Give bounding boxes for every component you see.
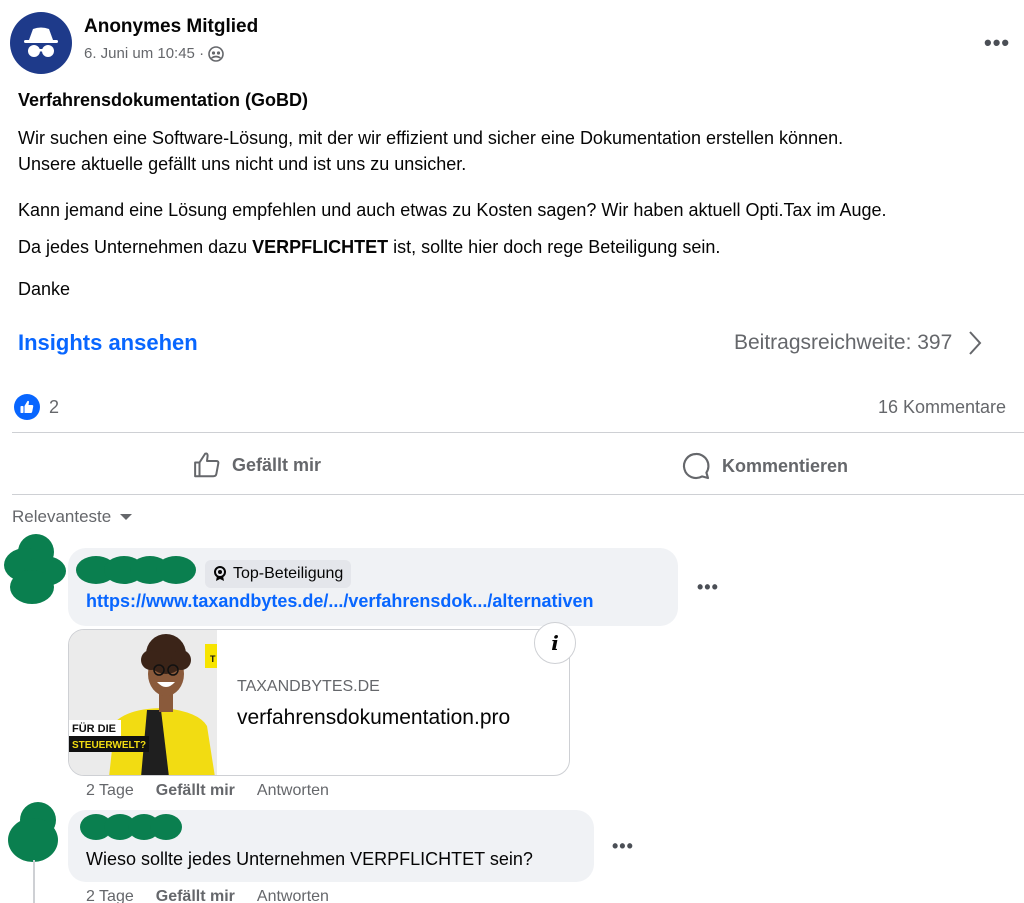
post-paragraph-2: Kann jemand eine Lösung empfehlen und au… [18, 200, 887, 220]
thread-line [33, 860, 35, 903]
info-icon: i [551, 631, 559, 655]
divider [12, 494, 1024, 495]
avatar[interactable] [10, 12, 72, 74]
svg-text:STEUERWELT?: STEUERWELT? [72, 740, 146, 751]
post-date[interactable]: 6. Juni um 10:45 · [84, 45, 204, 62]
comment-count[interactable]: 16 Kommentare [878, 397, 1006, 418]
comment-reply-button[interactable]: Antworten [257, 782, 329, 800]
comment-like-button[interactable]: Gefällt mir [156, 888, 235, 903]
post-paragraph-3-end: ist, sollte hier doch rege Beteiligung s… [388, 237, 721, 257]
comment-bubble-icon [682, 452, 710, 480]
divider [12, 432, 1024, 433]
like-count[interactable]: 2 [49, 397, 59, 418]
insights-link[interactable]: Insights ansehen [18, 330, 198, 356]
post-paragraph-4: Danke [18, 279, 71, 299]
award-icon [214, 566, 226, 581]
like-button[interactable]: Gefällt mir [192, 450, 321, 480]
info-button[interactable]: i [534, 622, 576, 664]
link-preview-image: T FÜR DIE STEUERWELT? [69, 630, 217, 775]
comment-link[interactable]: https://www.taxandbytes.de/.../verfahren… [86, 591, 593, 612]
top-contributor-badge: Top-Beteiligung [205, 560, 352, 588]
like-button-label: Gefällt mir [232, 454, 322, 475]
author-name[interactable]: Anonymes Mitglied [84, 16, 258, 38]
comment-actions: 2 Tage Gefällt mir Antworten [86, 782, 329, 800]
sort-label: Relevanteste [12, 507, 112, 526]
reach-label: Beitragsreichweite: 397 [734, 331, 953, 354]
comment-like-button[interactable]: Gefällt mir [156, 782, 235, 800]
comment-more-button[interactable]: ••• [697, 577, 719, 598]
reach-link[interactable]: Beitragsreichweite: 397 [734, 330, 982, 356]
post-meta: 6. Juni um 10:45 · [84, 45, 224, 62]
anonymous-member-icon [24, 27, 58, 57]
comment-time[interactable]: 2 Tage [86, 888, 134, 903]
caret-down-icon [120, 514, 133, 520]
badge-label: Top-Beteiligung [233, 565, 344, 582]
post-title: Verfahrensdokumentation (GoBD) [18, 90, 309, 110]
post-paragraph-1-line-2: Unsere aktuelle gefällt uns nicht und is… [18, 154, 467, 174]
sort-dropdown[interactable]: Relevanteste [12, 507, 133, 527]
post-more-button[interactable]: ••• [984, 30, 1010, 56]
post-paragraph-3: Da jedes Unternehmen dazu VERPFLICHTET i… [18, 234, 1018, 260]
post-paragraph-3-start: Da jedes Unternehmen dazu [18, 237, 253, 257]
thumbs-up-outline-icon [194, 452, 220, 478]
comment-more-button[interactable]: ••• [612, 836, 634, 857]
link-preview-domain: TAXANDBYTES.DE [237, 678, 380, 695]
comment-actions: 2 Tage Gefällt mir Antworten [86, 888, 329, 903]
comment-text: Wieso sollte jedes Unternehmen VERPFLICH… [86, 849, 533, 869]
like-reaction-badge[interactable] [14, 394, 40, 420]
comment-button[interactable]: Kommentieren [680, 450, 848, 482]
svg-text:T: T [210, 654, 216, 664]
thumbs-up-icon [20, 400, 34, 413]
comment-time[interactable]: 2 Tage [86, 782, 134, 800]
chevron-right-icon [969, 331, 982, 355]
group-members-icon [208, 45, 224, 62]
comment-reply-button[interactable]: Antworten [257, 888, 329, 903]
link-preview-title: verfahrensdokumentation.pro [237, 706, 511, 729]
post-paragraph-3-emphasis: VERPFLICHTET [252, 237, 389, 257]
post-paragraph-1: Wir suchen eine Software-Lösung, mit der… [18, 125, 1018, 177]
link-preview-card[interactable]: T FÜR DIE STEUERWELT? TAXANDBYTES.DE ver… [68, 629, 570, 776]
comment-button-label: Kommentieren [722, 455, 849, 476]
svg-text:FÜR DIE: FÜR DIE [72, 722, 116, 735]
post-paragraph-1-line-1: Wir suchen eine Software-Lösung, mit der… [18, 128, 844, 148]
